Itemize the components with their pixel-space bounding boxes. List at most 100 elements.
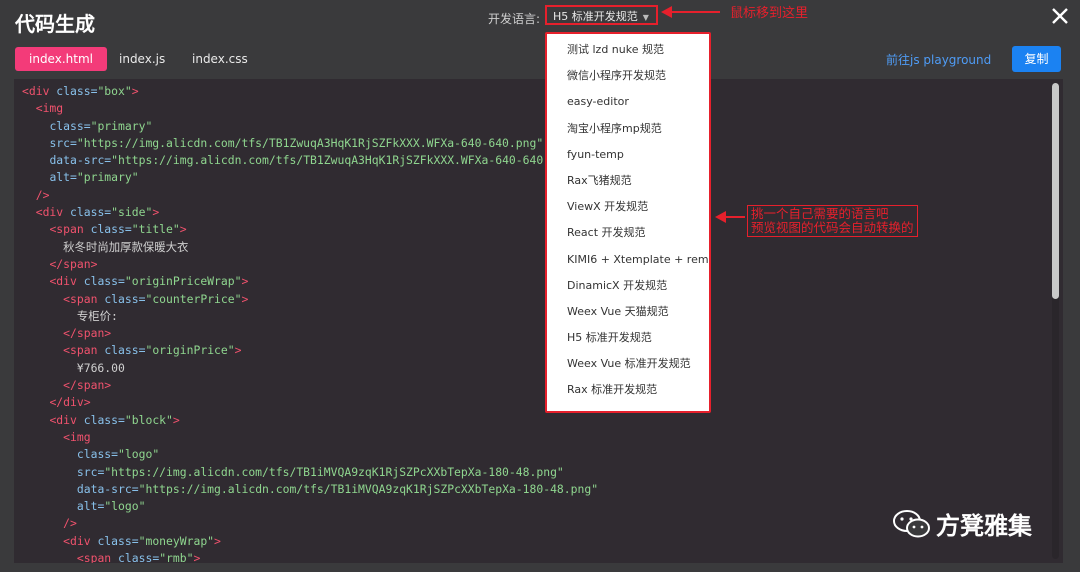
language-dropdown: 测试 lzd nuke 规范 微信小程序开发规范 easy-editor 淘宝小程序m… (545, 32, 711, 413)
code-line: src="https://img.alicdn.com/tfs/TB1iMVQA… (22, 464, 598, 481)
language-option[interactable]: 淘宝小程序mp规范 (547, 116, 709, 142)
language-option[interactable]: Rax飞猪规范 (547, 168, 709, 194)
code-token: src= (76, 464, 105, 479)
language-option[interactable]: H5 标准开发规范 (547, 325, 709, 351)
language-option[interactable]: Weex Vue 天猫规范 (547, 299, 709, 325)
code-token: <div (35, 205, 71, 220)
language-option[interactable]: easy-editor (547, 89, 709, 115)
code-token: "https://img.alicdn.com/tfs/TB1iMVQA9zqK… (104, 464, 564, 479)
code-line: <img (22, 429, 598, 446)
code-token: class= (76, 447, 119, 462)
code-token: "primary" (76, 170, 139, 185)
language-option[interactable]: DinamicX 开发规范 (547, 273, 709, 299)
code-token: class= (104, 343, 146, 358)
language-option[interactable]: Rax 标准开发规范 (547, 377, 709, 403)
code-token: "rmb" (159, 551, 194, 563)
code-line: <span class="originPrice"> (22, 342, 598, 359)
tab-index-css[interactable]: index.css (178, 47, 262, 71)
code-token: "moneyWrap" (138, 533, 215, 548)
code-token: class= (49, 118, 91, 133)
language-select-value: H5 标准开发规范 (553, 10, 638, 23)
code-line: class="primary" (22, 118, 598, 135)
code-line: <img (22, 100, 598, 117)
code-token: "https://img.alicdn.com/tfs/TB1ZwuqA3HqK… (76, 135, 544, 150)
close-icon[interactable] (1048, 6, 1072, 30)
language-option[interactable]: 微信小程序开发规范 (547, 63, 709, 89)
code-token: class= (97, 533, 139, 548)
language-option[interactable]: fyun-temp (547, 142, 709, 168)
code-token: > (131, 84, 139, 98)
code-token: </div> (49, 395, 91, 410)
caret-down-icon: ▼ (642, 13, 649, 22)
language-option[interactable]: KIMI6 + Xtemplate + rem (547, 247, 709, 273)
language-option[interactable]: ViewX 开发规范 (547, 194, 709, 220)
code-token: "originPriceWrap" (124, 274, 242, 289)
code-line: alt="primary" (22, 169, 598, 186)
code-token: alt= (49, 170, 77, 185)
code-token: "counterPrice" (145, 291, 242, 306)
code-token: class= (118, 551, 160, 563)
code-token: <span (63, 343, 105, 358)
code-line: src="https://img.alicdn.com/tfs/TB1ZwuqA… (22, 135, 598, 152)
code-editor[interactable]: <div class="box"> <img class="primary" s… (14, 79, 1063, 563)
code-line: /> (22, 187, 598, 204)
code-token: data-src= (76, 481, 139, 496)
code-token: "logo" (118, 447, 160, 462)
code-line: <span class="title"> (22, 221, 598, 238)
language-label: 开发语言: (488, 12, 541, 26)
code-token: 秋冬时尚加厚款保暖大衣 (22, 239, 189, 254)
code-token: class= (90, 222, 132, 237)
code-token: "originPrice" (145, 343, 235, 358)
copy-button[interactable]: 复制 (1012, 46, 1061, 72)
language-options: 测试 lzd nuke 规范 微信小程序开发规范 easy-editor 淘宝小程序m… (547, 34, 709, 404)
language-option[interactable]: React 开发规范 (547, 220, 709, 246)
code-token: <img (35, 101, 64, 116)
code-line: /> (22, 515, 598, 532)
scrollbar-thumb[interactable] (1052, 83, 1059, 299)
code-line: class="logo" (22, 446, 598, 463)
tab-index-html[interactable]: index.html (15, 47, 107, 71)
language-option[interactable]: 测试 lzd nuke 规范 (547, 37, 709, 63)
code-line: <div class="side"> (22, 204, 598, 221)
code-token: <div (22, 84, 57, 98)
code-line: </div> (22, 394, 598, 411)
code-token: class= (83, 274, 125, 289)
watermark: 方凳雅集 (892, 506, 1032, 541)
code-line: alt="logo" (22, 498, 598, 515)
language-option[interactable]: Weex Vue 标准开发规范 (547, 351, 709, 377)
code-token: <div (49, 274, 84, 289)
code-token: > (179, 222, 187, 237)
editor-scrollbar[interactable] (1052, 83, 1059, 559)
code-token: </span> (63, 378, 112, 393)
language-select[interactable]: H5 标准开发规范 ▼ (545, 5, 658, 25)
code-token: <span (63, 291, 105, 306)
playground-link[interactable]: 前往js playground (886, 51, 991, 68)
code-token: class= (70, 205, 112, 220)
code-line: 秋冬时尚加厚款保暖大衣 (22, 239, 598, 256)
annotation-line-2: 预览视图的代码会自动转换的 (751, 220, 914, 235)
code-token: <span (76, 551, 119, 563)
code-token: </span> (49, 256, 98, 271)
code-token: > (234, 343, 242, 358)
code-token: <span (49, 222, 91, 237)
code-content: <div class="box"> <img class="primary" s… (22, 83, 598, 563)
code-line: ¥766.00 (22, 360, 598, 377)
code-line: <div class="block"> (22, 412, 598, 429)
code-token: > (241, 291, 249, 306)
code-token: > (193, 551, 201, 563)
tab-index-js[interactable]: index.js (105, 47, 179, 71)
watermark-text: 方凳雅集 (936, 512, 1032, 540)
code-token: ¥766.00 (22, 360, 125, 375)
code-line: <div class="originPriceWrap"> (22, 273, 598, 290)
